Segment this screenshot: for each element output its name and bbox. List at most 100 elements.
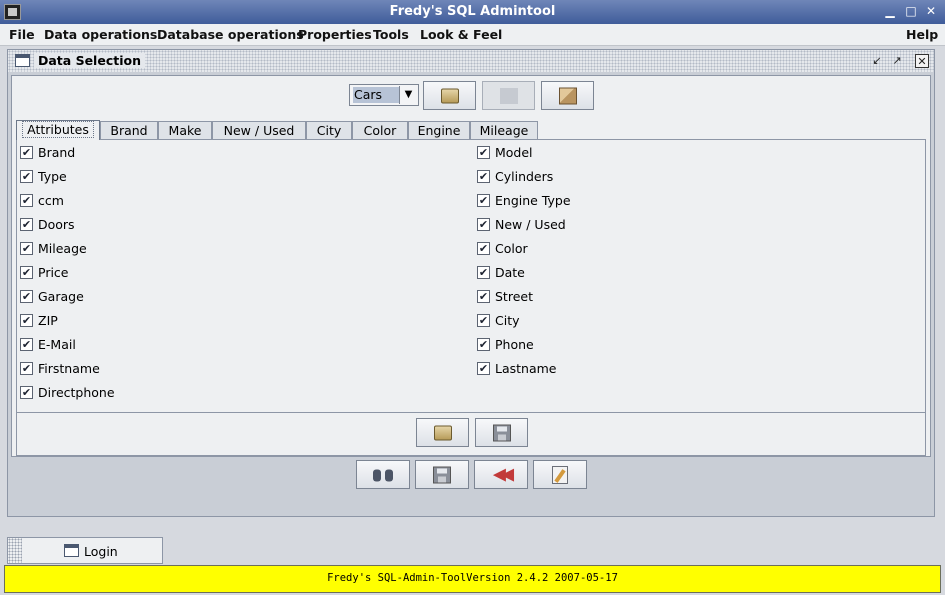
edit-button[interactable] bbox=[533, 460, 587, 489]
window-title: Fredy's SQL Admintool bbox=[389, 4, 556, 19]
checkmark-icon[interactable]: ✔ bbox=[20, 386, 33, 399]
checkmark-icon[interactable]: ✔ bbox=[477, 290, 490, 303]
maximize-icon[interactable]: ↗ bbox=[890, 54, 904, 68]
close-window-button[interactable]: ✕ bbox=[924, 4, 938, 18]
checkbox-label: Brand bbox=[38, 145, 76, 160]
checkmark-icon[interactable]: ✔ bbox=[20, 218, 33, 231]
checkbox-label: Directphone bbox=[38, 385, 115, 400]
checkmark-icon[interactable]: ✔ bbox=[20, 242, 33, 255]
tab-color[interactable]: Color bbox=[352, 121, 408, 139]
frame-window-icon bbox=[64, 544, 79, 557]
menu-tools[interactable]: Tools bbox=[373, 27, 409, 42]
save-button[interactable] bbox=[415, 460, 469, 489]
checkmark-icon[interactable]: ✔ bbox=[20, 290, 33, 303]
tab-new-used[interactable]: New / Used bbox=[212, 121, 306, 139]
attributes-panel: ✔ Brand ✔ Type ✔ ccm ✔ Doors ✔ Mileage ✔ Price… bbox=[16, 139, 926, 456]
package-button[interactable] bbox=[541, 81, 594, 110]
checkmark-icon[interactable]: ✔ bbox=[477, 146, 490, 159]
disabled-button[interactable] bbox=[482, 81, 535, 110]
menu-database-operations[interactable]: Database operations bbox=[157, 27, 304, 42]
checkbox-label: Color bbox=[495, 241, 528, 256]
blank-icon bbox=[499, 87, 518, 104]
minimize-window-button[interactable]: ▁ bbox=[883, 4, 897, 18]
checkbox-label: New / Used bbox=[495, 217, 566, 232]
menu-help[interactable]: Help bbox=[906, 27, 938, 42]
checkbox-label: Garage bbox=[38, 289, 84, 304]
checkmark-icon[interactable]: ✔ bbox=[20, 314, 33, 327]
menu-bar: File Data operations Database operations… bbox=[0, 24, 945, 46]
tab-mileage[interactable]: Mileage bbox=[470, 121, 538, 139]
checkmark-icon[interactable]: ✔ bbox=[477, 194, 490, 207]
frame-title-bar[interactable]: Data Selection ↙ ↗ ✕ bbox=[8, 50, 934, 72]
drag-grip[interactable] bbox=[8, 538, 22, 563]
save-selection-button[interactable] bbox=[475, 418, 528, 447]
frame-content: Cars ▼ Attributes Brand Make New / Used … bbox=[11, 75, 931, 457]
menu-properties[interactable]: Properties bbox=[298, 27, 372, 42]
tab-engine[interactable]: Engine bbox=[408, 121, 470, 139]
frame-title: Data Selection bbox=[34, 53, 145, 68]
checkbox-label: ccm bbox=[38, 193, 64, 208]
checkbox-label: E-Mail bbox=[38, 337, 76, 352]
checkmark-icon[interactable]: ✔ bbox=[477, 242, 490, 255]
checkbox-label: Price bbox=[38, 265, 69, 280]
panel-button-bar bbox=[17, 412, 925, 455]
close-icon[interactable]: ✕ bbox=[915, 54, 929, 68]
load-selection-button[interactable] bbox=[416, 418, 469, 447]
checkbox-label: Doors bbox=[38, 217, 75, 232]
search-button[interactable] bbox=[356, 460, 410, 489]
checkbox-label: Cylinders bbox=[495, 169, 554, 184]
save-disk-icon bbox=[492, 424, 511, 441]
binoculars-icon bbox=[373, 467, 393, 482]
tab-brand[interactable]: Brand bbox=[100, 121, 158, 139]
checkmark-icon[interactable]: ✔ bbox=[477, 338, 490, 351]
checkbox-label: Firstname bbox=[38, 361, 100, 376]
checkmark-icon[interactable]: ✔ bbox=[477, 314, 490, 327]
package-icon bbox=[558, 87, 577, 104]
checkbox-label: Mileage bbox=[38, 241, 87, 256]
frame-window-icon bbox=[15, 54, 30, 67]
status-bar: Fredy's SQL-Admin-ToolVersion 2.4.2 2007… bbox=[4, 565, 941, 593]
checkbox-label: Lastname bbox=[495, 361, 557, 376]
checkbox-label: Type bbox=[38, 169, 67, 184]
checkbox-label: Street bbox=[495, 289, 533, 304]
rewind-button[interactable]: ◀◀ bbox=[474, 460, 528, 489]
tab-city[interactable]: City bbox=[306, 121, 352, 139]
tab-attributes[interactable]: Attributes bbox=[16, 120, 100, 140]
open-button[interactable] bbox=[423, 81, 476, 110]
checkmark-icon[interactable]: ✔ bbox=[20, 146, 33, 159]
checkbox-label: ZIP bbox=[38, 313, 58, 328]
data-selection-frame: Data Selection ↙ ↗ ✕ Cars ▼ Attributes B… bbox=[7, 49, 935, 517]
maximize-window-button[interactable]: □ bbox=[904, 4, 918, 18]
status-text: Fredy's SQL-Admin-ToolVersion 2.4.2 2007… bbox=[327, 572, 618, 584]
checkmark-icon[interactable]: ✔ bbox=[477, 218, 490, 231]
open-folder-icon bbox=[440, 88, 459, 103]
checkbox-label: Engine Type bbox=[495, 193, 571, 208]
checkmark-icon[interactable]: ✔ bbox=[20, 266, 33, 279]
checkbox-label: Date bbox=[495, 265, 525, 280]
restore-icon[interactable]: ↙ bbox=[870, 54, 884, 68]
login-label: Login bbox=[84, 544, 118, 559]
menu-file[interactable]: File bbox=[9, 27, 35, 42]
tab-make[interactable]: Make bbox=[158, 121, 212, 139]
table-select[interactable]: Cars ▼ bbox=[349, 84, 419, 106]
window-title-bar[interactable]: Fredy's SQL Admintool ▁ □ ✕ bbox=[0, 0, 945, 24]
save-disk-icon bbox=[433, 466, 451, 483]
menu-data-operations[interactable]: Data operations bbox=[44, 27, 157, 42]
checkmark-icon[interactable]: ✔ bbox=[20, 362, 33, 375]
checkmark-icon[interactable]: ✔ bbox=[20, 170, 33, 183]
rewind-icon: ◀◀ bbox=[492, 464, 514, 484]
checkbox-label: Phone bbox=[495, 337, 534, 352]
menu-look-and-feel[interactable]: Look & Feel bbox=[420, 27, 502, 42]
checkmark-icon[interactable]: ✔ bbox=[477, 266, 490, 279]
checkbox-label: Model bbox=[495, 145, 533, 160]
open-folder-icon bbox=[433, 425, 452, 440]
checkbox-label: City bbox=[495, 313, 520, 328]
checkmark-icon[interactable]: ✔ bbox=[477, 362, 490, 375]
login-frame-icon[interactable]: Login bbox=[7, 537, 163, 564]
checkmark-icon[interactable]: ✔ bbox=[477, 170, 490, 183]
chevron-down-icon[interactable]: ▼ bbox=[399, 86, 417, 104]
edit-document-icon bbox=[552, 465, 568, 484]
checkmark-icon[interactable]: ✔ bbox=[20, 338, 33, 351]
checkmark-icon[interactable]: ✔ bbox=[20, 194, 33, 207]
table-select-value: Cars bbox=[353, 87, 399, 103]
